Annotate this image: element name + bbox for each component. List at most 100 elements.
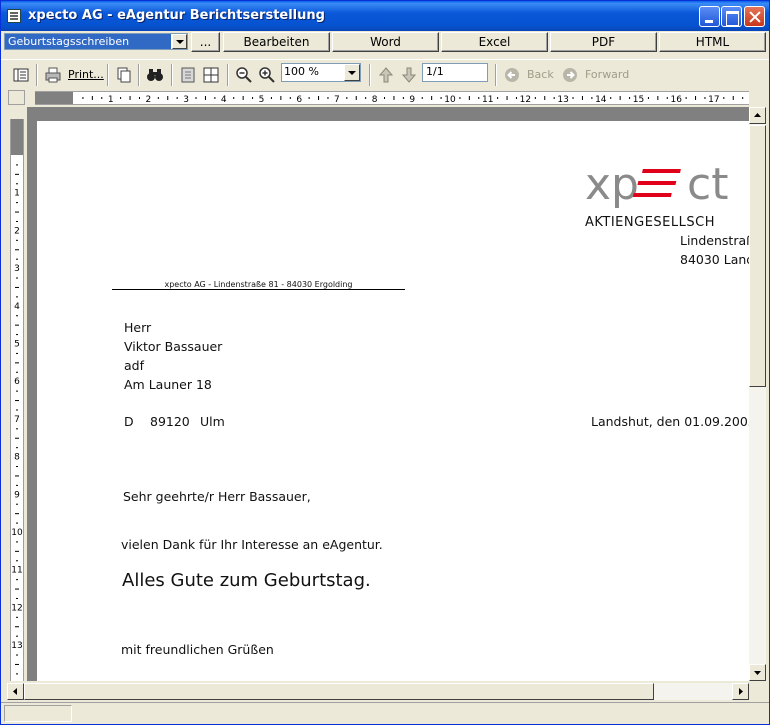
ruler-tick <box>402 97 404 99</box>
close-button[interactable] <box>744 6 765 27</box>
ruler-tick <box>16 220 18 222</box>
scroll-down-arrow-icon <box>754 671 761 675</box>
template-select[interactable]: Geburtstagsschreiben <box>4 33 188 50</box>
zoom-in-icon[interactable] <box>257 65 277 85</box>
scroll-left-button[interactable] <box>7 683 24 700</box>
ruler-tick <box>16 579 18 581</box>
title-bar[interactable]: xpecto AG - eAgentur Berichtserstellung <box>1 1 769 31</box>
horizontal-scroll-thumb[interactable] <box>24 683 654 700</box>
ruler-tick <box>544 96 546 100</box>
app-window: xpecto AG - eAgentur Berichtserstellung … <box>0 0 770 725</box>
browse-button[interactable]: ... <box>191 32 220 52</box>
chevron-down-icon[interactable] <box>172 34 187 49</box>
ruler-number: 6 <box>296 95 302 104</box>
page-number-input[interactable]: 1/1 <box>422 63 488 82</box>
ruler-tick <box>695 96 697 100</box>
app-icon[interactable] <box>7 9 21 23</box>
arrow-down-icon[interactable] <box>399 65 419 85</box>
ruler-tick <box>214 97 216 99</box>
ruler-tick <box>506 96 508 100</box>
forward-arrow-icon[interactable] <box>560 65 580 85</box>
sender-city: 84030 Land <box>680 252 749 267</box>
ruler-number: 13 <box>557 95 568 104</box>
export-excel-button[interactable]: Excel <box>441 32 548 52</box>
ruler-tick <box>16 466 18 468</box>
ruler-tick <box>233 97 235 99</box>
ruler-number: 11 <box>482 95 493 104</box>
letter-closing: mit freundlichen Grüßen <box>121 642 274 657</box>
ruler-tick <box>534 97 536 99</box>
multi-page-icon[interactable] <box>201 65 221 85</box>
edit-button[interactable]: Bearbeiten <box>223 32 330 52</box>
copy-icon[interactable] <box>114 65 134 85</box>
ruler-tick <box>91 96 93 100</box>
scroll-right-button[interactable] <box>732 683 749 700</box>
ruler-tick <box>120 97 122 99</box>
toolbar-separator <box>36 64 38 86</box>
vertical-scroll-thumb[interactable] <box>749 125 766 387</box>
ruler-tick <box>308 97 310 99</box>
ruler-number: 11 <box>11 566 22 576</box>
scroll-up-arrow-icon <box>754 113 761 117</box>
recipient-extra: adf <box>124 358 144 373</box>
ruler-tick <box>15 400 19 402</box>
chevron-down-icon[interactable] <box>344 64 360 81</box>
ruler-number: 7 <box>14 415 20 425</box>
ruler-tick <box>280 96 282 100</box>
ruler-tick <box>157 97 159 99</box>
maximize-button[interactable] <box>721 6 742 27</box>
toolbar-separator <box>369 64 371 86</box>
ruler-tick <box>176 97 178 99</box>
scroll-down-button[interactable] <box>749 664 766 681</box>
company-logo: xp ct <box>585 159 728 210</box>
export-pdf-button[interactable]: PDF <box>550 32 657 52</box>
recipient-city: Ulm <box>200 414 225 429</box>
zoom-out-icon[interactable] <box>234 65 254 85</box>
letter-date: Landshut, den 01.09.2005 <box>591 414 749 429</box>
ruler-number: 7 <box>334 95 340 104</box>
forward-button[interactable]: Forward <box>585 68 629 81</box>
outline-icon[interactable] <box>11 65 31 85</box>
ruler-tick <box>15 513 19 515</box>
minimize-button[interactable] <box>699 6 720 27</box>
ruler-number: 17 <box>708 95 719 104</box>
printer-icon[interactable] <box>43 65 63 85</box>
ruler-number: 5 <box>14 340 20 350</box>
single-page-icon[interactable] <box>178 65 198 85</box>
svg-text:xp: xp <box>585 159 639 210</box>
horizontal-scrollbar[interactable] <box>7 683 749 700</box>
scroll-up-button[interactable] <box>749 107 766 124</box>
ruler-tick <box>581 96 583 100</box>
document-preview-area[interactable]: xp ct AKTIENGESELLSCH Lindenstraß 84030 … <box>27 107 749 681</box>
back-arrow-icon[interactable] <box>502 65 522 85</box>
ruler-tick <box>327 97 329 99</box>
logo-company-name: AKTIENGESELLSCH <box>585 215 715 230</box>
arrow-up-icon[interactable] <box>376 65 396 85</box>
toolbar-separator <box>171 64 173 86</box>
ruler-number: 16 <box>670 95 682 104</box>
ruler-number: 12 <box>520 95 531 104</box>
ruler-tick <box>16 541 18 543</box>
ruler-number: 4 <box>221 95 227 104</box>
ruler-tick <box>468 96 470 100</box>
status-bar <box>1 702 769 724</box>
ruler-number: 6 <box>14 377 20 387</box>
ruler-tick <box>591 97 593 99</box>
binoculars-icon[interactable] <box>145 65 165 85</box>
back-button[interactable]: Back <box>527 68 554 81</box>
ruler-tick <box>15 663 19 665</box>
print-button[interactable]: Print... <box>68 68 104 81</box>
vertical-scrollbar[interactable] <box>749 107 766 681</box>
vertical-ruler: 1 2 3 4 5 6 7 8 9 10 11 12 13 <box>10 119 24 681</box>
ruler-number: 12 <box>11 603 22 613</box>
zoom-select[interactable]: 100 % <box>281 63 361 82</box>
ruler-tick <box>629 97 631 99</box>
ruler-tick <box>16 202 18 204</box>
ruler-corner <box>8 90 25 105</box>
export-word-button[interactable]: Word <box>332 32 439 52</box>
ruler-tick <box>478 97 480 99</box>
export-html-button[interactable]: HTML <box>659 32 766 52</box>
sender-return-line: xpecto AG - Lindenstraße 81 - 84030 Ergo… <box>112 280 405 290</box>
ruler-number: 10 <box>444 95 456 104</box>
ruler-number: 9 <box>409 95 415 104</box>
